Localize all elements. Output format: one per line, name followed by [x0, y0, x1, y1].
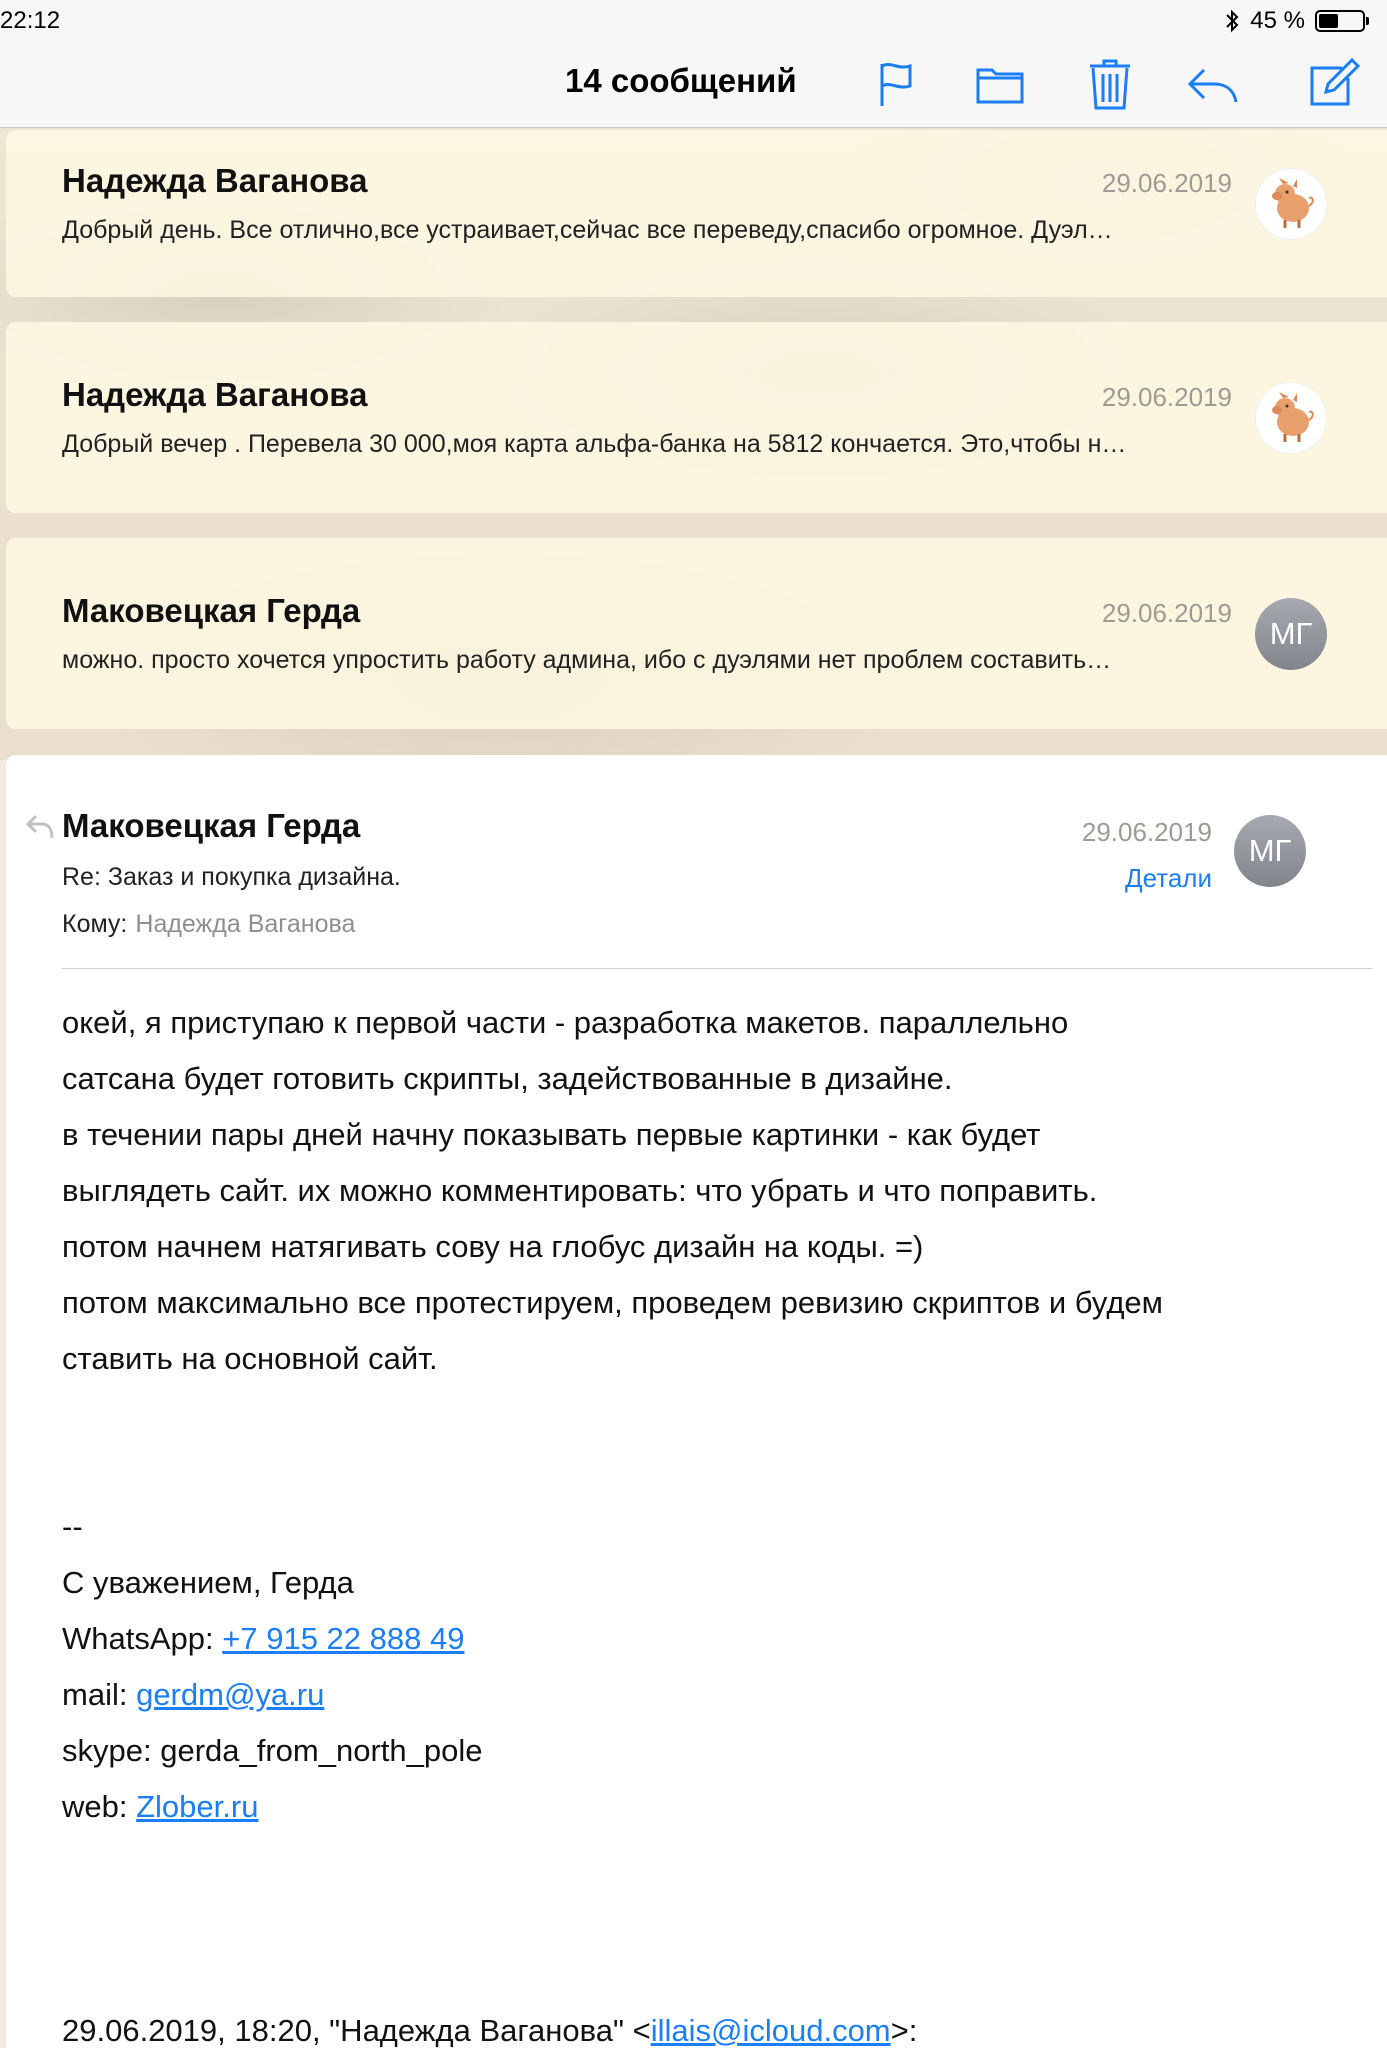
thread-item[interactable]: Маковецкая Герда 29.06.2019 можно. прост…	[6, 538, 1387, 729]
quote-header: 29.06.2019, 18:20, "Надежда Ваганова" <i…	[62, 2003, 1352, 2048]
pig-icon	[1272, 178, 1314, 228]
thread-sender: Маковецкая Герда	[62, 592, 361, 629]
thread-date: 29.06.2019	[1101, 598, 1232, 628]
pig-avatar	[1255, 382, 1327, 454]
pig-avatar	[1255, 168, 1327, 240]
thread-preview: Добрый вечер . Перевела 30 000,моя карта…	[62, 430, 1127, 458]
body-line: потом максимально все протестируем, пров…	[62, 1285, 1163, 1320]
thread-preview: Добрый день. Все отлично,все устраивает,…	[62, 216, 1113, 244]
battery-level	[1319, 14, 1338, 28]
reply-icon	[1187, 68, 1238, 103]
thread-date: 29.06.2019	[1101, 168, 1232, 198]
bluetooth-icon	[1226, 9, 1239, 33]
message-view: Маковецкая Герда 29.06.2019 МГ Re: Заказ…	[6, 755, 1387, 2048]
thread-item[interactable]: Надежда Ваганова 29.06.2019 Добрый день.…	[6, 130, 1387, 297]
thread-date: 29.06.2019	[1101, 382, 1232, 412]
status-bar: 22:12 45 %	[0, 0, 1387, 40]
body-line: в течении пары дней начну показывать пер…	[62, 1117, 1041, 1152]
folder-icon	[976, 68, 1024, 104]
avatar[interactable]: МГ	[1234, 815, 1306, 887]
status-time: 22:12	[0, 7, 61, 34]
battery-percent: 45 %	[1250, 7, 1305, 34]
body-line: ставить на основной сайт.	[62, 1341, 438, 1376]
trash-icon	[1090, 59, 1130, 110]
compose-button[interactable]	[1306, 57, 1362, 110]
signature-mail: mail: gerdm@ya.ru	[62, 1667, 1352, 1723]
whatsapp-label: WhatsApp:	[62, 1621, 223, 1656]
navigation-bar: 14 сообщений	[0, 40, 1387, 128]
website-link[interactable]: Zlober.ru	[136, 1789, 258, 1824]
body-line: потом начнем натягивать сову на глобус д…	[62, 1229, 924, 1264]
signature-whatsapp: WhatsApp: +7 915 22 888 49	[62, 1611, 1352, 1667]
signature-web: web: Zlober.ru	[62, 1779, 1352, 1835]
body-line: окей, я приступаю к первой части - разра…	[62, 1005, 1069, 1040]
quote-header-prefix: 29.06.2019, 18:20, "Надежда Ваганова" <	[62, 2013, 651, 2048]
web-label: web:	[62, 1789, 137, 1824]
thread-sender: Надежда Ваганова	[62, 162, 368, 199]
flag-button[interactable]	[870, 58, 926, 110]
signature-skype: skype: gerda_from_north_pole	[62, 1733, 483, 1768]
thread-title: 14 сообщений	[565, 62, 797, 99]
to-label: Кому:	[62, 910, 128, 938]
message-body: окей, я приступаю к первой части - разра…	[62, 995, 1352, 2048]
email-link[interactable]: gerdm@ya.ru	[136, 1677, 324, 1712]
avatar: МГ	[1255, 598, 1327, 670]
thread-preview: можно. просто хочется упростить работу а…	[62, 646, 1112, 674]
signature-regards: С уважением, Герда	[62, 1565, 354, 1600]
signature-separator: --	[62, 1509, 83, 1544]
body-line: выглядеть сайт. их можно комментировать:…	[62, 1173, 1098, 1208]
flag-icon	[880, 62, 912, 106]
move-to-folder-button[interactable]	[972, 58, 1028, 110]
quote-header-suffix: >:	[890, 2013, 918, 2048]
reply-button[interactable]	[1184, 58, 1240, 110]
battery-icon	[1315, 10, 1369, 32]
recipient-name[interactable]: Надежда Ваганова	[135, 910, 355, 938]
replied-indicator-icon	[25, 814, 54, 839]
body-line: сатсана будет готовить скрипты, задейств…	[62, 1061, 953, 1096]
message-subject: Re: Заказ и покупка дизайна.	[62, 863, 401, 891]
thread-item[interactable]: Надежда Ваганова 29.06.2019 Добрый вечер…	[6, 322, 1387, 513]
message-recipients: Кому: Надежда Ваганова	[62, 910, 355, 939]
details-link[interactable]: Детали	[1125, 863, 1212, 894]
header-divider	[62, 968, 1372, 969]
message-date: 29.06.2019	[1081, 817, 1212, 847]
trash-button[interactable]	[1082, 58, 1138, 110]
quoted-email-link[interactable]: illais@icloud.com	[651, 2013, 891, 2048]
pig-icon	[1272, 392, 1314, 442]
compose-icon	[1310, 57, 1361, 106]
mail-label: mail:	[62, 1677, 137, 1712]
message-sender[interactable]: Маковецкая Герда	[62, 807, 360, 845]
phone-link[interactable]: +7 915 22 888 49	[222, 1621, 464, 1656]
thread-sender: Надежда Ваганова	[62, 376, 368, 413]
